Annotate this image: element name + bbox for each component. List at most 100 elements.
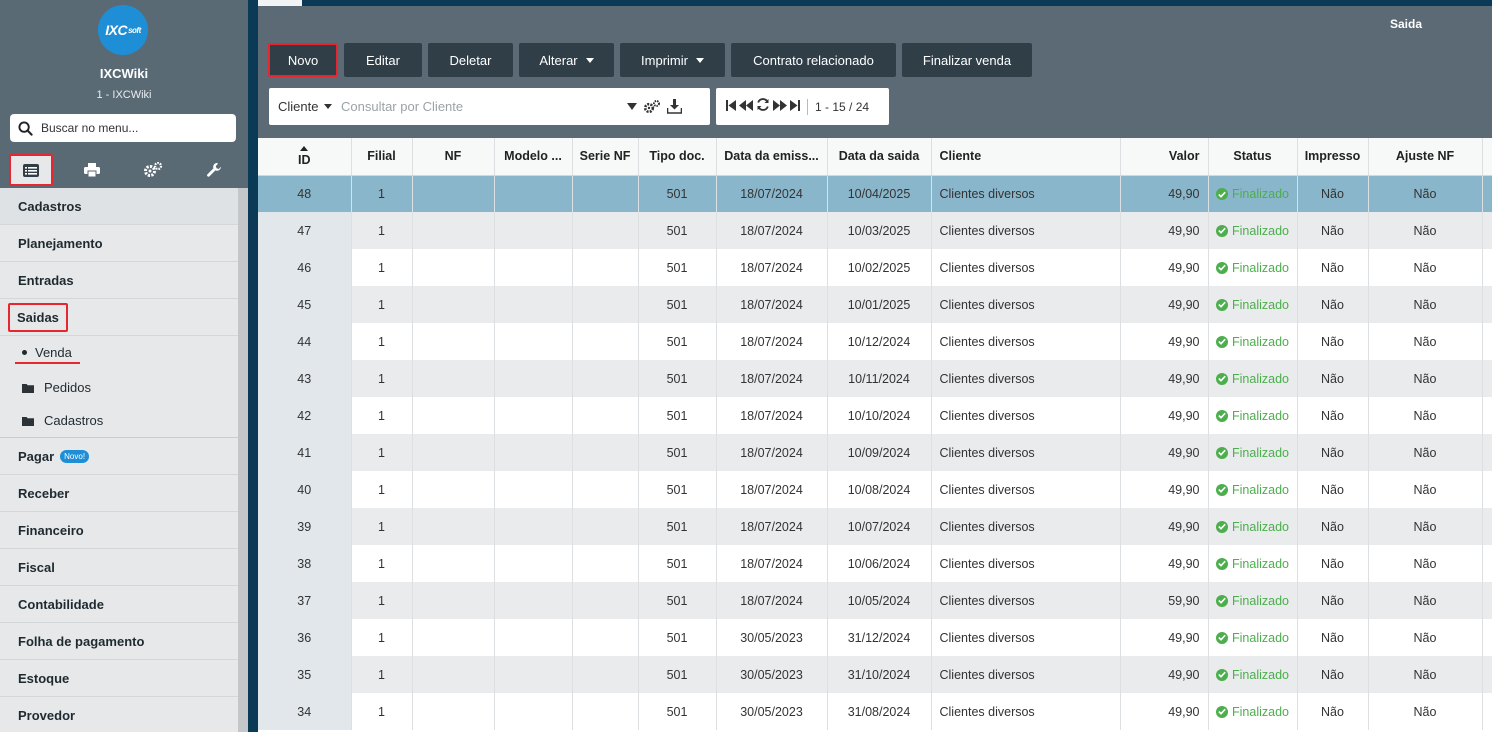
status-badge: Finalizado <box>1216 298 1289 312</box>
cell-saida: 10/02/2025 <box>827 249 932 286</box>
last-page-icon[interactable] <box>790 98 800 116</box>
menu-cadastros[interactable]: Cadastros <box>0 188 238 225</box>
cell-status: Finalizado <box>1208 693 1298 730</box>
search-mode-dropdown[interactable] <box>627 103 637 110</box>
menu-fiscal[interactable]: Fiscal <box>0 549 238 586</box>
printer-icon[interactable] <box>70 154 114 186</box>
menu-search-input[interactable] <box>41 121 221 135</box>
cell-nf <box>412 286 495 323</box>
submenu-venda[interactable]: Venda <box>0 338 238 371</box>
cell-cliente: Clientes diversos <box>931 286 1121 323</box>
cell-id: 34 <box>258 693 352 730</box>
novo-button[interactable]: Novo <box>268 43 338 77</box>
contrato-relacionado-button[interactable]: Contrato relacionado <box>731 43 896 77</box>
cell-ajuste: Não <box>1368 656 1483 693</box>
column-header-modelo[interactable]: Modelo ... <box>494 138 573 176</box>
menu-planejamento[interactable]: Planejamento <box>0 225 238 262</box>
table-row[interactable]: 36 1 501 30/05/2023 31/12/2024 Clientes diver… <box>258 619 1492 656</box>
menu-folha-de-pagamento[interactable]: Folha de pagamento <box>0 623 238 660</box>
status-badge: Finalizado <box>1216 631 1289 645</box>
table-row[interactable]: 42 1 501 18/07/2024 10/10/2024 Clientes diver… <box>258 397 1492 434</box>
sidebar-menu: Cadastros Planejamento Entradas Saidas V… <box>0 188 238 732</box>
imprimir-dropdown-button[interactable]: Imprimir <box>620 43 725 77</box>
column-header-tipo-doc[interactable]: Tipo doc. <box>638 138 717 176</box>
check-circle-icon <box>1216 668 1228 681</box>
cell-modelo <box>494 656 573 693</box>
deletar-button[interactable]: Deletar <box>428 43 513 77</box>
table-row[interactable]: 40 1 501 18/07/2024 10/08/2024 Clientes diver… <box>258 471 1492 508</box>
column-header-status[interactable]: Status <box>1208 138 1298 176</box>
table-row[interactable]: 41 1 501 18/07/2024 10/09/2024 Clientes diver… <box>258 434 1492 471</box>
column-header-data-emissao[interactable]: Data da emiss... <box>716 138 828 176</box>
table-row[interactable]: 44 1 501 18/07/2024 10/12/2024 Clientes diver… <box>258 323 1492 360</box>
cell-emissao: 18/07/2024 <box>716 323 828 360</box>
alterar-dropdown-button[interactable]: Alterar <box>519 43 614 77</box>
first-page-icon[interactable] <box>726 98 736 116</box>
menu-receber[interactable]: Receber <box>0 475 238 512</box>
column-header-filial[interactable]: Filial <box>351 138 413 176</box>
cell-status: Finalizado <box>1208 545 1298 582</box>
check-circle-icon <box>1216 520 1228 533</box>
cell-valor: 49,90 <box>1120 508 1209 545</box>
column-header-impresso[interactable]: Impresso <box>1297 138 1369 176</box>
cell-ajuste: Não <box>1368 397 1483 434</box>
menu-estoque[interactable]: Estoque <box>0 660 238 697</box>
submenu-cadastros[interactable]: Cadastros <box>0 404 238 437</box>
cell-valor: 49,90 <box>1120 175 1209 212</box>
menu-entradas[interactable]: Entradas <box>0 262 238 299</box>
cell-nf <box>412 545 495 582</box>
table-row[interactable]: 34 1 501 30/05/2023 31/08/2024 Clientes diver… <box>258 693 1492 730</box>
cell-ajuste: Não <box>1368 508 1483 545</box>
column-header-data-saida[interactable]: Data da saida <box>827 138 932 176</box>
menu-label: Entradas <box>18 272 74 288</box>
sidebar-scrollbar[interactable] <box>238 188 248 732</box>
table-row[interactable]: 46 1 501 18/07/2024 10/02/2025 Clientes diver… <box>258 249 1492 286</box>
cell-status: Finalizado <box>1208 471 1298 508</box>
cell-saida: 31/12/2024 <box>827 619 932 656</box>
check-circle-icon <box>1216 298 1228 311</box>
finalizar-venda-button[interactable]: Finalizar venda <box>902 43 1032 77</box>
cell-serie <box>572 323 639 360</box>
ixcsoft-logo[interactable]: IXC soft <box>98 5 148 55</box>
menu-saidas[interactable]: Saidas <box>0 299 238 336</box>
download-icon[interactable] <box>667 99 682 114</box>
table-row[interactable]: 39 1 501 18/07/2024 10/07/2024 Clientes diver… <box>258 508 1492 545</box>
table-row[interactable]: 48 1 501 18/07/2024 10/04/2025 Clientes diver… <box>258 175 1492 212</box>
list-icon[interactable] <box>9 154 53 186</box>
column-header-nf[interactable]: NF <box>412 138 495 176</box>
cell-impresso: Não <box>1297 323 1369 360</box>
cell-extra <box>1482 397 1492 434</box>
column-header-cliente[interactable]: Cliente <box>931 138 1121 176</box>
saidas-submenu: Venda Pedidos Cadastros <box>0 336 238 438</box>
filter-settings-icon[interactable] <box>643 99 661 114</box>
table-row[interactable]: 43 1 501 18/07/2024 10/11/2024 Clientes diver… <box>258 360 1492 397</box>
column-header-id[interactable]: ID <box>258 138 352 176</box>
menu-provedor[interactable]: Provedor <box>0 697 238 732</box>
table-row[interactable]: 47 1 501 18/07/2024 10/03/2025 Clientes diver… <box>258 212 1492 249</box>
status-label: Finalizado <box>1232 408 1289 423</box>
table-row[interactable]: 35 1 501 30/05/2023 31/10/2024 Clientes diver… <box>258 656 1492 693</box>
menu-contabilidade[interactable]: Contabilidade <box>0 586 238 623</box>
menu-pagar[interactable]: Pagar Novo! <box>0 438 238 475</box>
next-page-icon[interactable] <box>773 98 787 116</box>
search-input[interactable] <box>341 99 621 114</box>
cell-tipo: 501 <box>638 471 717 508</box>
filter-field-select[interactable]: Cliente <box>269 99 341 114</box>
column-header-valor[interactable]: Valor <box>1120 138 1209 176</box>
table-row[interactable]: 38 1 501 18/07/2024 10/06/2024 Clientes diver… <box>258 545 1492 582</box>
submenu-pedidos[interactable]: Pedidos <box>0 371 238 404</box>
check-circle-icon <box>1216 557 1228 570</box>
table-row[interactable]: 37 1 501 18/07/2024 10/05/2024 Clientes diver… <box>258 582 1492 619</box>
previous-page-icon[interactable] <box>739 98 753 116</box>
table-row[interactable]: 45 1 501 18/07/2024 10/01/2025 Clientes diver… <box>258 286 1492 323</box>
editar-button[interactable]: Editar <box>344 43 422 77</box>
wrench-icon[interactable] <box>192 154 236 186</box>
column-header-ajuste-nf[interactable]: Ajuste NF <box>1368 138 1483 176</box>
gears-icon[interactable] <box>131 154 175 186</box>
panel-title: Saida <box>1389 17 1422 31</box>
refresh-icon[interactable] <box>756 97 770 116</box>
menu-search[interactable] <box>10 114 236 142</box>
menu-financeiro[interactable]: Financeiro <box>0 512 238 549</box>
column-header-serie-nf[interactable]: Serie NF <box>572 138 639 176</box>
cell-nf <box>412 249 495 286</box>
